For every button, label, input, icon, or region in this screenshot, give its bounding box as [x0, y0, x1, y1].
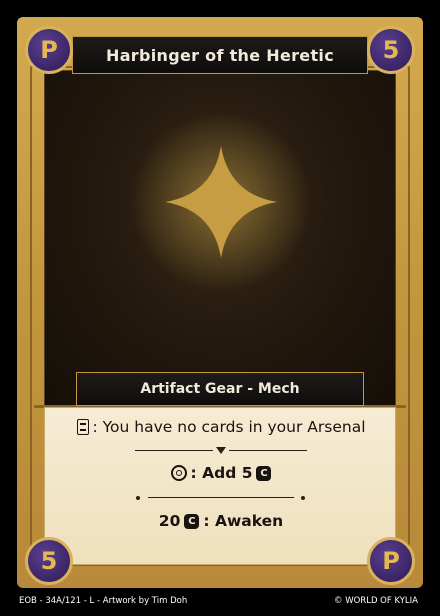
divider-left	[135, 450, 213, 451]
divider-dot-right	[301, 496, 305, 500]
cost-badge-top-right: 5	[367, 26, 415, 74]
arsenal-box-icon	[76, 419, 89, 435]
card-title: Harbinger of the Heretic	[106, 45, 334, 65]
divider-right	[229, 450, 307, 451]
game-card[interactable]: Harbinger of the Heretic P 5 Artifact Ge…	[0, 0, 440, 616]
ability-awaken: 20 C : Awaken	[45, 512, 397, 530]
divider-dot-left	[136, 496, 140, 500]
card-footer: EOB - 34A/121 - L - Artwork by Tim Doh ©…	[0, 592, 440, 612]
c-currency-icon: C	[184, 513, 200, 529]
card-set-info: EOB - 34A/121 - L - Artwork by Tim Doh	[19, 596, 188, 606]
ability-add-text: : Add 5	[190, 464, 253, 482]
four-point-star-icon	[131, 112, 311, 292]
ability-condition: : You have no cards in your Arsenal	[45, 418, 397, 436]
divider-arrow-icon	[216, 447, 226, 454]
rules-text-box: : You have no cards in your Arsenal : Ad…	[44, 407, 396, 565]
cost-badge-bottom-left: 5	[25, 537, 73, 585]
ability-awaken-text: : Awaken	[203, 512, 284, 530]
copyright: © WORLD OF KYLIA	[334, 596, 418, 606]
c-currency-icon: C	[256, 465, 272, 481]
cost-badge-bottom-right: P	[367, 537, 415, 585]
awaken-cost: 20	[158, 512, 181, 530]
swirl-icon	[170, 465, 187, 481]
card-type: Artifact Gear - Mech	[140, 381, 300, 397]
card-artwork	[44, 70, 396, 406]
cost-badge-top-left: P	[25, 26, 73, 74]
card-type-bar: Artifact Gear - Mech	[76, 372, 364, 406]
card-title-bar: Harbinger of the Heretic	[72, 36, 368, 74]
divider-center	[148, 497, 294, 498]
ability-condition-text: : You have no cards in your Arsenal	[92, 418, 366, 436]
ability-add: : Add 5 C	[45, 464, 397, 482]
